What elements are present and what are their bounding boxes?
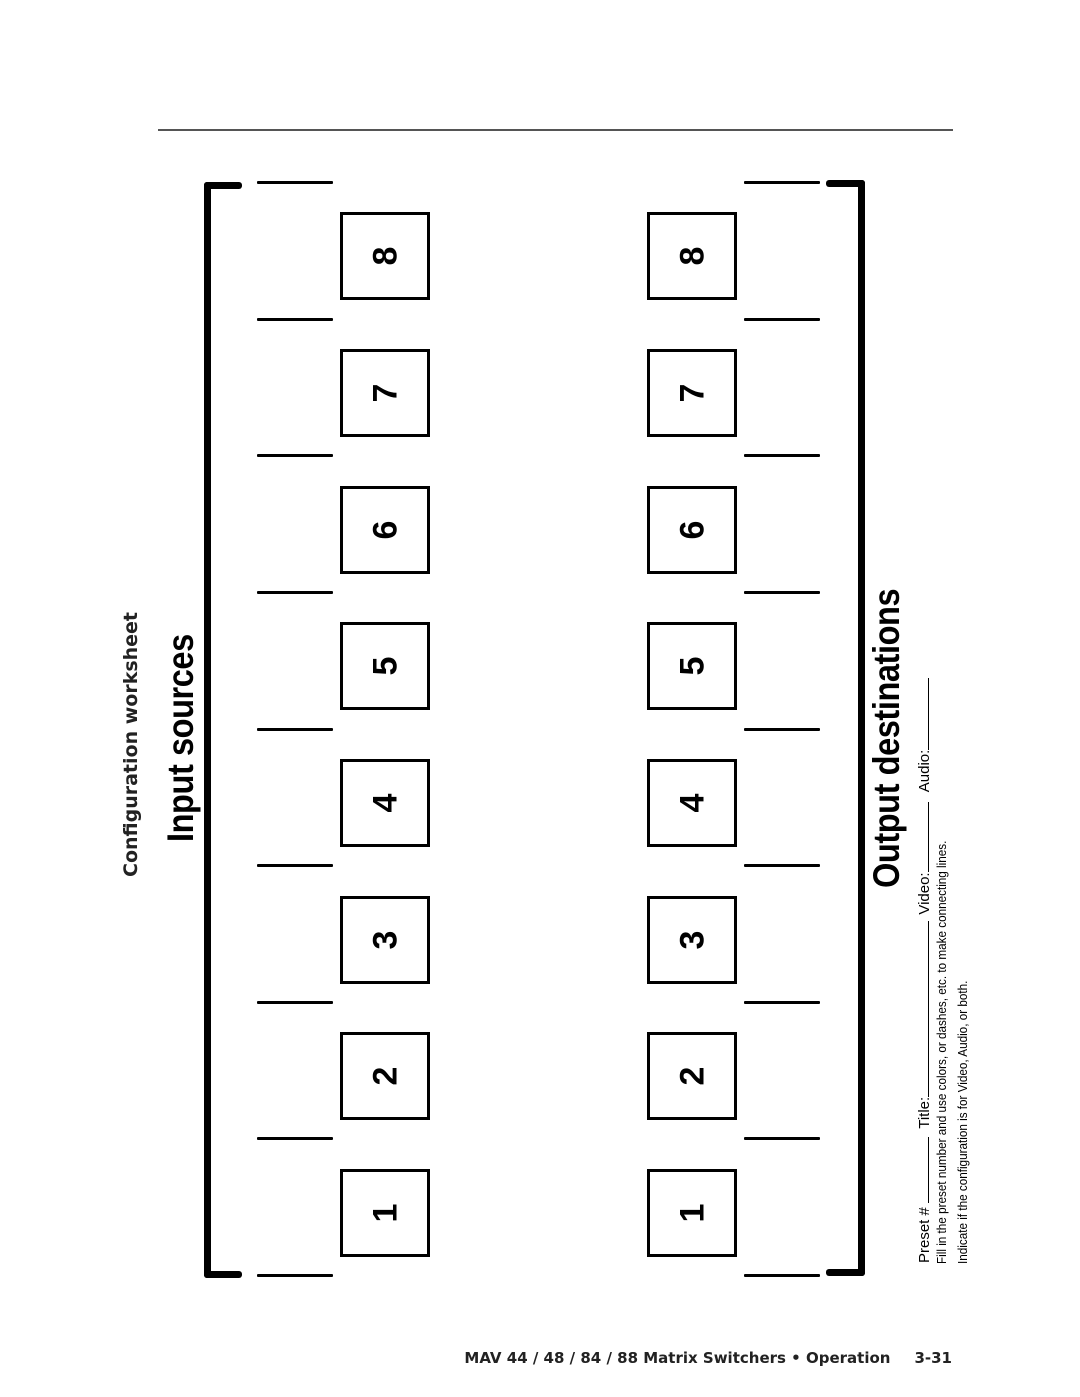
input-line[interactable] <box>257 181 333 184</box>
output-box-7[interactable]: 7 <box>647 349 737 437</box>
output-number: 3 <box>672 930 711 950</box>
video-field[interactable] <box>914 802 929 873</box>
output-box-4[interactable]: 4 <box>647 759 737 847</box>
preset-form-line: Preset # Title: Video: Audio: <box>914 677 933 1263</box>
video-label: Video: <box>916 872 933 915</box>
output-destinations-heading: Output destinations <box>866 588 907 888</box>
preset-number-field[interactable] <box>914 1136 929 1203</box>
input-number: 5 <box>365 656 404 676</box>
input-box-3[interactable]: 3 <box>340 896 430 984</box>
output-line[interactable] <box>744 1274 820 1277</box>
output-number: 5 <box>672 656 711 676</box>
input-line[interactable] <box>257 1137 333 1140</box>
input-number: 1 <box>365 1203 404 1223</box>
input-box-8[interactable]: 8 <box>340 212 430 300</box>
output-line[interactable] <box>744 728 820 731</box>
section-title: Configuration worksheet <box>120 611 142 877</box>
output-line[interactable] <box>744 454 820 457</box>
output-box-1[interactable]: 1 <box>647 1169 737 1257</box>
input-number: 4 <box>365 793 404 813</box>
output-number: 4 <box>672 793 711 813</box>
header-rule <box>158 129 953 131</box>
audio-field[interactable] <box>914 677 929 750</box>
instruction-line-2: Indicate if the configuration is for Vid… <box>955 980 970 1264</box>
output-number: 2 <box>672 1066 711 1086</box>
input-line[interactable] <box>257 1001 333 1004</box>
output-number: 7 <box>672 383 711 403</box>
input-number: 7 <box>365 383 404 403</box>
audio-label: Audio: <box>916 749 933 793</box>
preset-label: Preset # <box>916 1207 933 1263</box>
input-box-1[interactable]: 1 <box>340 1169 430 1257</box>
input-box-5[interactable]: 5 <box>340 622 430 710</box>
output-number: 8 <box>672 246 711 266</box>
input-box-6[interactable]: 6 <box>340 486 430 574</box>
output-line[interactable] <box>744 318 820 321</box>
output-box-8[interactable]: 8 <box>647 212 737 300</box>
input-number: 2 <box>365 1066 404 1086</box>
input-box-7[interactable]: 7 <box>340 349 430 437</box>
output-line[interactable] <box>744 864 820 867</box>
title-label: Title: <box>916 1096 933 1129</box>
output-line[interactable] <box>744 181 820 184</box>
page-number: 3-31 <box>914 1349 952 1367</box>
title-field[interactable] <box>914 920 929 1097</box>
page-footer: MAV 44 / 48 / 84 / 88 Matrix Switchers •… <box>464 1349 952 1367</box>
input-line[interactable] <box>257 454 333 457</box>
output-number: 1 <box>672 1203 711 1223</box>
output-box-6[interactable]: 6 <box>647 486 737 574</box>
output-box-5[interactable]: 5 <box>647 622 737 710</box>
input-number: 3 <box>365 930 404 950</box>
input-line[interactable] <box>257 318 333 321</box>
output-number: 6 <box>672 520 711 540</box>
input-line[interactable] <box>257 728 333 731</box>
instruction-line-1: Fill in the preset number and use colors… <box>934 840 949 1264</box>
input-line[interactable] <box>257 591 333 594</box>
input-box-2[interactable]: 2 <box>340 1032 430 1120</box>
output-line[interactable] <box>744 591 820 594</box>
input-number: 8 <box>365 246 404 266</box>
output-box-3[interactable]: 3 <box>647 896 737 984</box>
input-line[interactable] <box>257 864 333 867</box>
input-line[interactable] <box>257 1274 333 1277</box>
footer-text: MAV 44 / 48 / 84 / 88 Matrix Switchers •… <box>464 1349 891 1367</box>
input-box-4[interactable]: 4 <box>340 759 430 847</box>
output-line[interactable] <box>744 1137 820 1140</box>
output-box-2[interactable]: 2 <box>647 1032 737 1120</box>
input-sources-heading: Input sources <box>160 634 201 842</box>
output-line[interactable] <box>744 1001 820 1004</box>
input-number: 6 <box>365 520 404 540</box>
